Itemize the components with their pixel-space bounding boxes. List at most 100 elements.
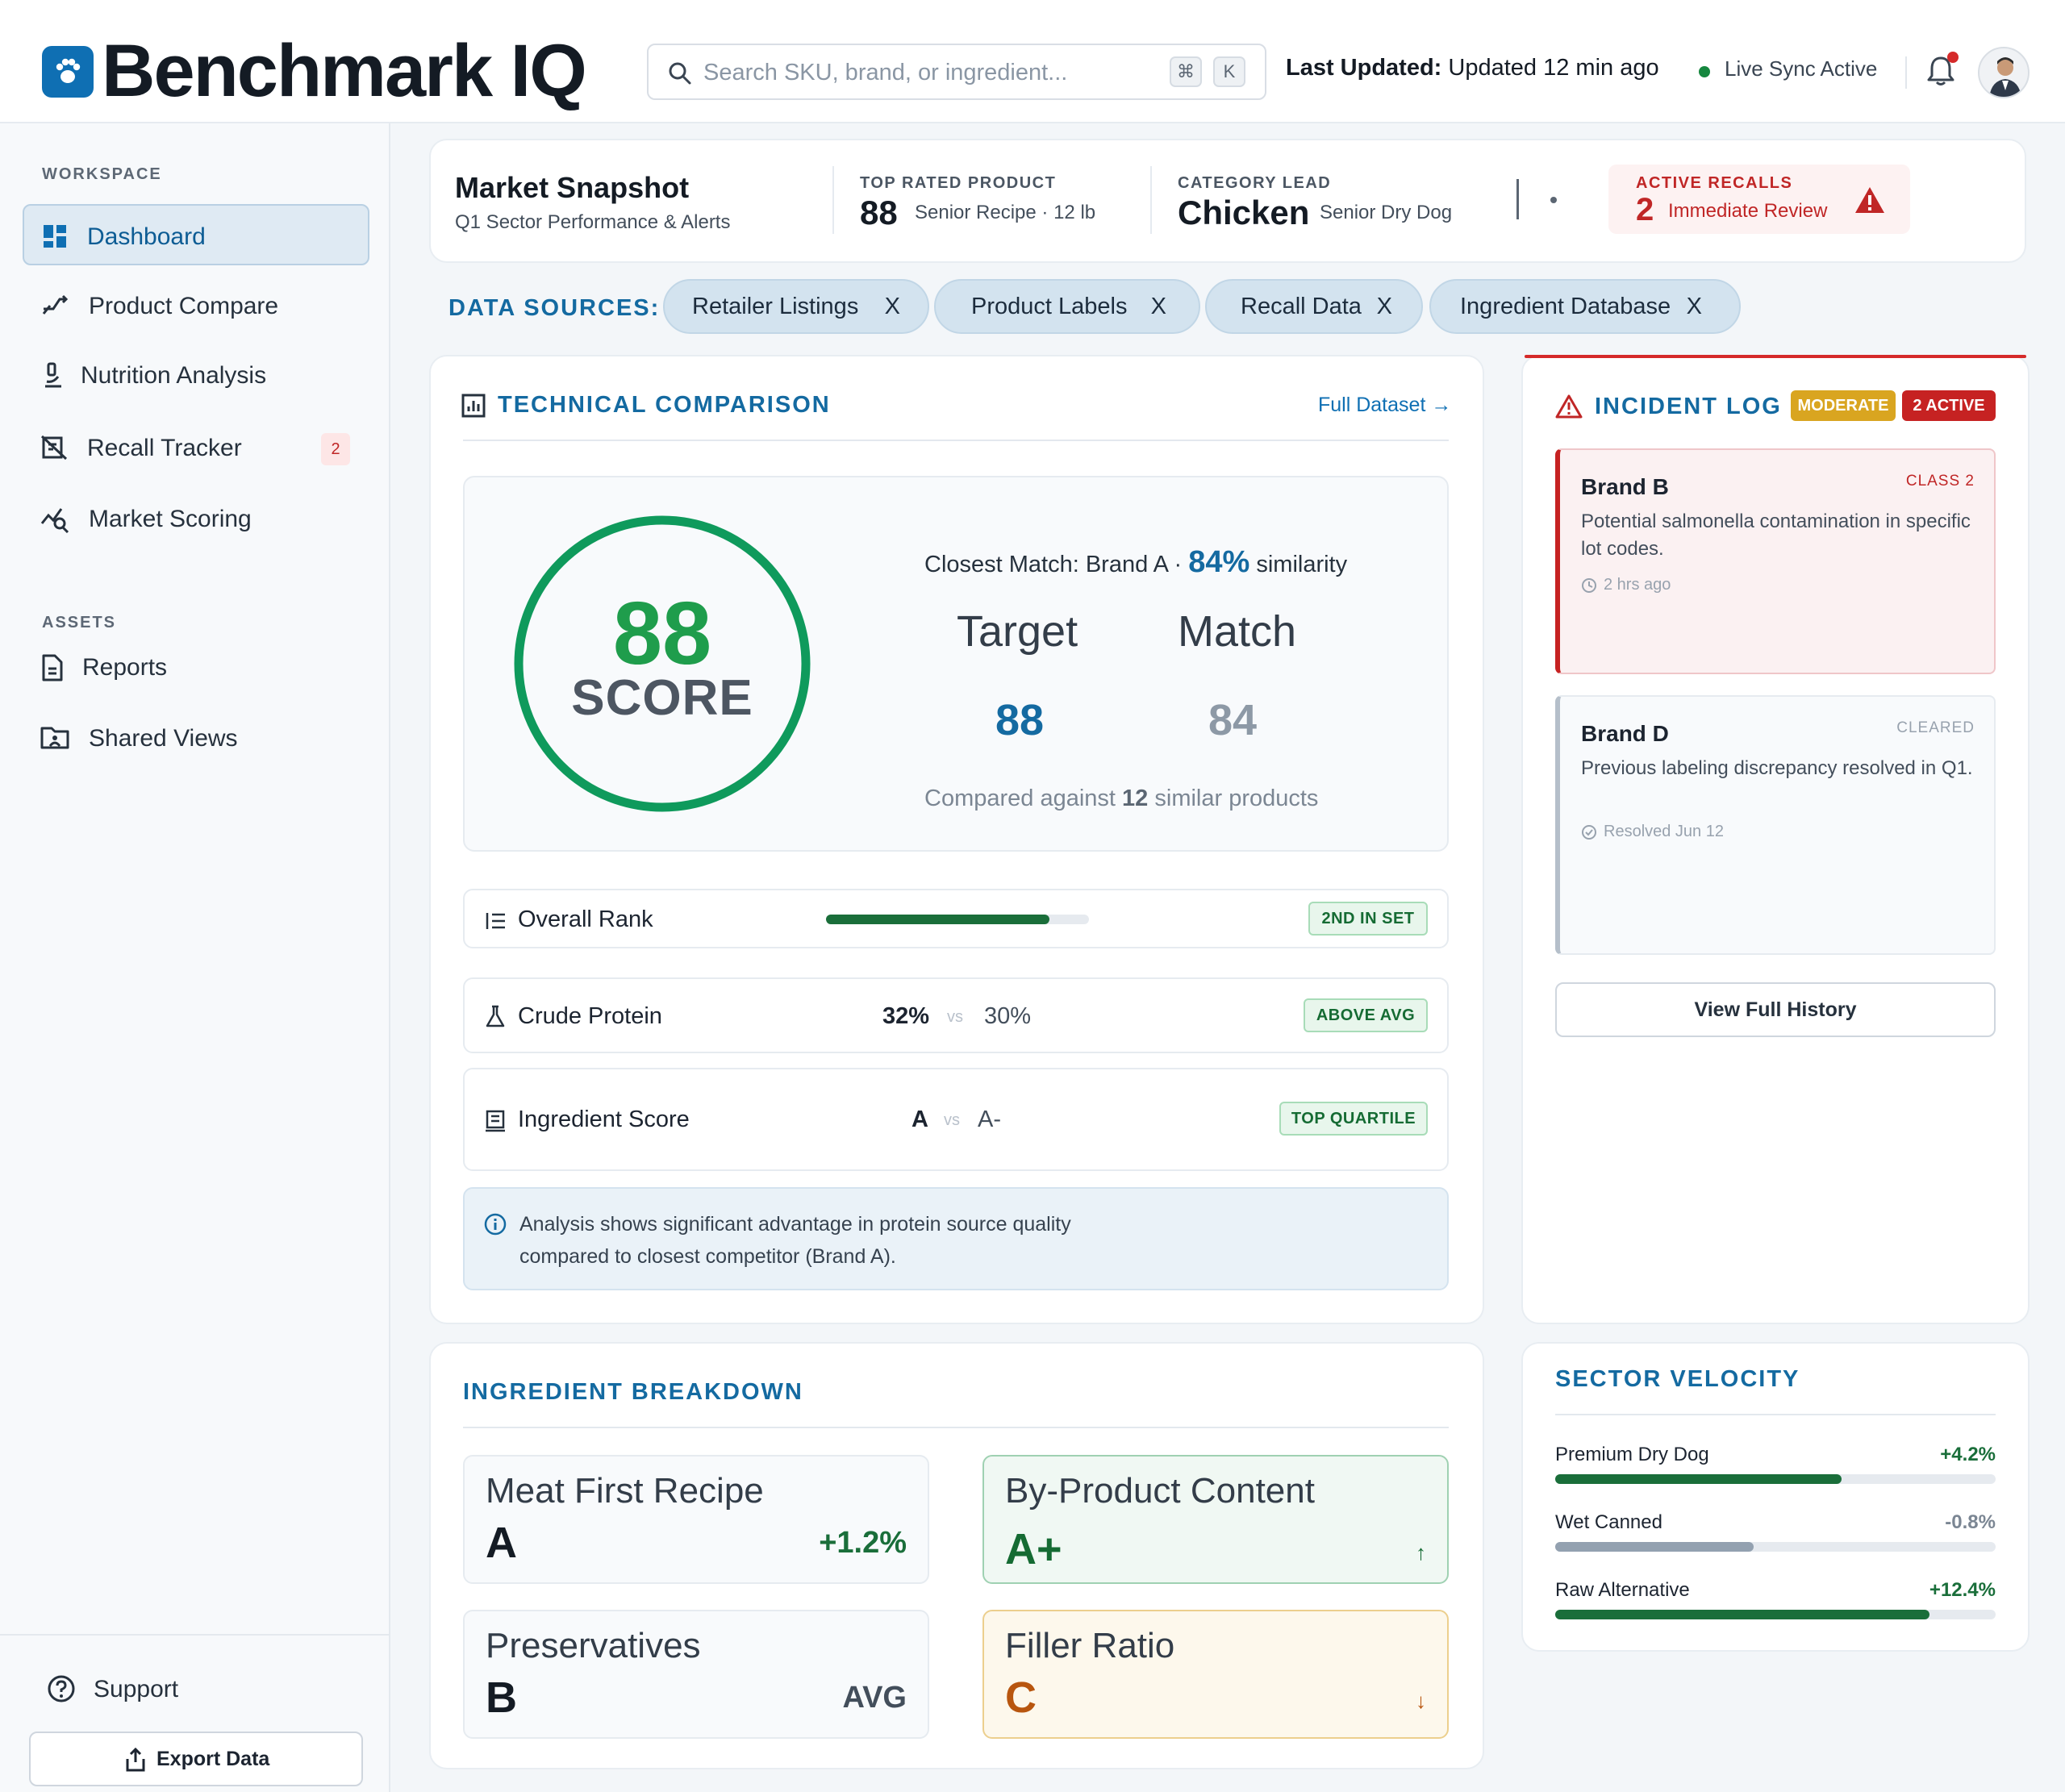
rank-progress-fill <box>826 915 1050 924</box>
active-recalls-value: 2 <box>1636 192 1654 227</box>
sidebar-footer-divider <box>0 1634 390 1636</box>
velocity-fill <box>1555 1542 1754 1552</box>
snapshot-subtitle: Q1 Sector Performance & Alerts <box>455 211 731 233</box>
sidebar-item-product-compare[interactable]: Product Compare <box>23 275 369 336</box>
export-icon <box>126 1748 145 1772</box>
snapshot-divider <box>832 166 834 234</box>
chip-retailer-listings[interactable]: Retailer Listings X <box>663 279 929 334</box>
sidebar-item-nutrition-analysis[interactable]: Nutrition Analysis <box>23 344 369 406</box>
active-recalls-label: ACTIVE RECALLS <box>1636 174 1793 192</box>
chart-box-icon <box>461 394 486 418</box>
support-link[interactable]: Support <box>94 1676 178 1703</box>
remove-chip-icon[interactable]: X <box>885 281 900 332</box>
notification-dot <box>1947 52 1959 63</box>
help-circle-icon <box>48 1675 75 1702</box>
ranked-list-icon <box>486 913 505 929</box>
ingredient-breakdown-title: INGREDIENT BREAKDOWN <box>463 1379 803 1405</box>
arrow-down-icon: ↓ <box>1416 1689 1426 1713</box>
moderate-badge: MODERATE <box>1791 390 1896 421</box>
analysis-note-text: Analysis shows significant advantage in … <box>519 1213 1071 1268</box>
closest-match: Closest Match: Brand A · 84% similarity <box>924 545 1348 579</box>
microscope-icon <box>45 362 61 388</box>
ingredient-card-filler-ratio[interactable]: Filler Ratio C ↓ <box>982 1610 1449 1739</box>
snapshot-title: Market Snapshot <box>455 171 690 204</box>
remove-chip-icon[interactable]: X <box>1377 281 1392 332</box>
workspace-label: WORKSPACE <box>42 165 162 183</box>
snapshot-divider <box>1150 166 1152 234</box>
check-circle-icon <box>1582 825 1596 840</box>
velocity-value: +12.4% <box>1929 1579 1996 1601</box>
export-data-button[interactable]: Export Data <box>29 1732 363 1786</box>
sidebar: WORKSPACE Dashboard Product Compare Nutr… <box>0 123 390 1792</box>
snapshot-separator <box>1516 179 1519 219</box>
sidebar-item-shared-views[interactable]: Shared Views <box>23 707 369 769</box>
metric-row-ingredient-score: Ingredient Score A vs A- TOP QUARTILE <box>463 1068 1449 1171</box>
score-value: 88 <box>612 584 712 683</box>
compare-arrows-icon <box>42 294 69 315</box>
ingredient-card-name: Filler Ratio <box>1005 1626 1175 1665</box>
active-count-badge: 2 ACTIVE <box>1902 390 1996 421</box>
header-divider <box>1905 56 1907 89</box>
sidebar-item-label: Shared Views <box>89 725 238 752</box>
sync-status: Live Sync Active <box>1725 56 1878 81</box>
target-value: 88 <box>995 696 1045 744</box>
rank-progress-track <box>826 915 1089 924</box>
top-rated-label: TOP RATED PRODUCT <box>860 174 1057 192</box>
top-rated-desc: Senior Recipe · 12 lb <box>915 202 1096 223</box>
sidebar-item-recall-tracker[interactable]: Recall Tracker 2 <box>23 417 369 478</box>
velocity-fill <box>1555 1610 1930 1619</box>
velocity-name: Raw Alternative <box>1555 1579 1690 1601</box>
sidebar-item-label: Dashboard <box>87 223 206 250</box>
avatar[interactable] <box>1978 47 2030 98</box>
remove-chip-icon[interactable]: X <box>1687 281 1702 332</box>
sidebar-item-reports[interactable]: Reports <box>23 636 369 698</box>
sidebar-item-dashboard[interactable]: Dashboard <box>23 204 369 265</box>
remove-chip-icon[interactable]: X <box>1151 281 1166 332</box>
ingredient-card-by-product[interactable]: By-Product Content A+ ↑ <box>982 1455 1449 1584</box>
incident-time: 2 hrs ago <box>1604 576 1671 594</box>
sync-status-dot <box>1699 66 1710 77</box>
incident-item-brand-d[interactable]: Brand D CLEARED Previous labeling discre… <box>1555 695 1996 955</box>
ingredient-card-grade: A+ <box>1005 1525 1062 1573</box>
ingredient-card-meat-first[interactable]: Meat First Recipe A +1.2% <box>463 1455 929 1584</box>
search-input[interactable]: Search SKU, brand, or ingredient... ⌘ K <box>647 44 1266 100</box>
view-full-history-button[interactable]: View Full History <box>1555 982 1996 1037</box>
incident-log-title: INCIDENT LOG <box>1595 394 1782 419</box>
search-icon <box>669 62 691 85</box>
protein-target: 32% <box>882 1003 930 1029</box>
velocity-name: Premium Dry Dog <box>1555 1444 1709 1465</box>
incident-time: Resolved Jun 12 <box>1604 823 1724 840</box>
active-recalls-box[interactable]: ACTIVE RECALLS 2 Immediate Review <box>1608 165 1910 234</box>
export-label: Export Data <box>156 1748 270 1770</box>
chip-product-labels[interactable]: Product Labels X <box>934 279 1200 334</box>
chip-ingredient-database[interactable]: Ingredient Database X <box>1429 279 1741 334</box>
ingredient-card-preservatives[interactable]: Preservatives B AVG <box>463 1610 929 1739</box>
incident-class: CLASS 2 <box>1905 473 1975 490</box>
arrow-up-icon: ↑ <box>1416 1540 1426 1565</box>
separator-dot <box>1550 197 1557 203</box>
kbd-cmd-key: ⌘ <box>1170 56 1202 87</box>
compared-note: Compared against 12 similar products <box>924 786 1319 811</box>
warning-triangle-icon <box>1855 187 1884 213</box>
full-dataset-link[interactable]: Full Dataset → <box>1318 394 1451 417</box>
panel-divider <box>463 440 1449 441</box>
incident-item-brand-b[interactable]: Brand B CLASS 2 Potential salmonella con… <box>1555 448 1996 674</box>
sector-velocity-title: SECTOR VELOCITY <box>1555 1366 1800 1392</box>
flask-icon <box>486 1005 505 1027</box>
chip-recall-data[interactable]: Recall Data X <box>1205 279 1423 334</box>
match-value: 84 <box>1208 696 1258 744</box>
ingredient-target: A <box>912 1106 928 1132</box>
ingredient-card-grade: A <box>486 1519 517 1567</box>
sidebar-item-label: Nutrition Analysis <box>81 362 267 389</box>
recall-icon <box>40 435 68 461</box>
category-lead-label: CATEGORY LEAD <box>1178 174 1332 192</box>
protein-tag: ABOVE AVG <box>1304 998 1428 1032</box>
target-label: Target <box>957 607 1078 656</box>
folder-share-icon <box>40 727 69 749</box>
velocity-track <box>1555 1474 1996 1484</box>
ingredient-tag: TOP QUARTILE <box>1279 1102 1428 1136</box>
sidebar-item-market-scoring[interactable]: Market Scoring <box>23 488 369 549</box>
category-lead-value: Chicken <box>1178 194 1310 231</box>
paw-logo-icon <box>42 46 94 98</box>
document-icon <box>42 654 63 681</box>
